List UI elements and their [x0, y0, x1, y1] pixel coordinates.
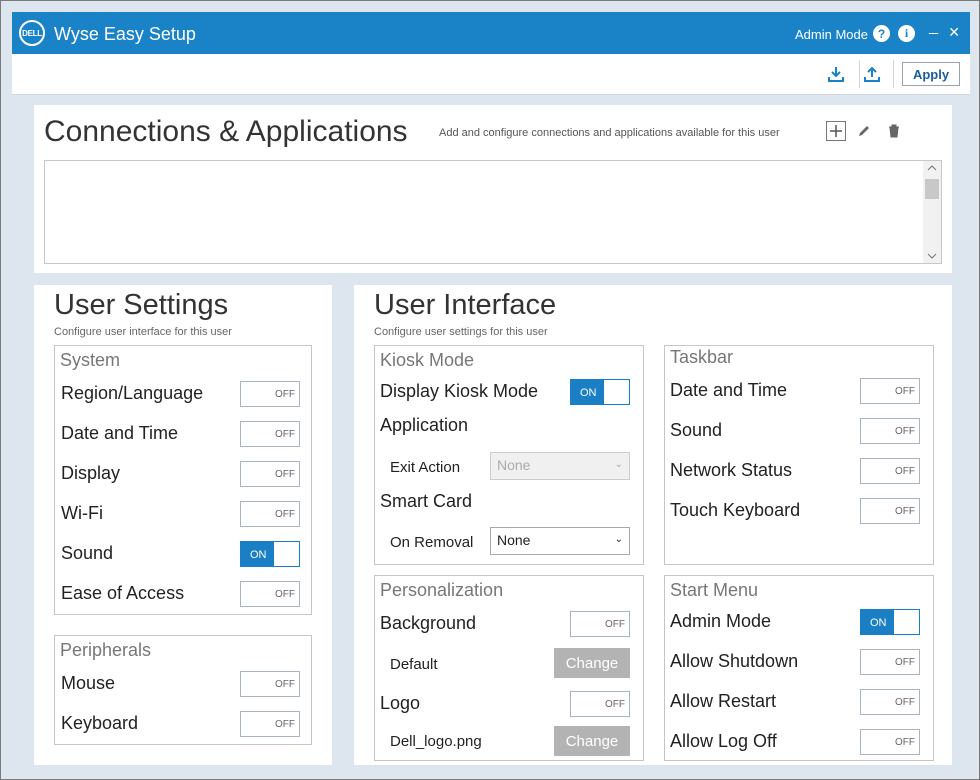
app-title: Wyse Easy Setup	[54, 24, 196, 44]
delete-connection-button[interactable]	[884, 121, 904, 141]
start-menu-group-title: Start Menu	[670, 580, 759, 600]
allow-log-off-label: Allow Log Off	[670, 731, 777, 751]
exit-action-label: Exit Action	[390, 459, 461, 476]
allow-log-off-toggle[interactable]: OFF	[860, 729, 920, 755]
taskbar-sound-toggle[interactable]: OFF	[860, 418, 920, 444]
scroll-down-icon[interactable]	[927, 251, 937, 261]
apply-button[interactable]: Apply	[902, 62, 960, 86]
smart-card-label: Smart Card	[380, 491, 473, 511]
connections-description: Add and configure connections and applic…	[439, 127, 780, 139]
peripherals-group: Peripherals Mouse OFF Keyboard OFF	[54, 635, 312, 745]
wifi-toggle[interactable]: OFF	[240, 501, 300, 527]
keyboard-toggle[interactable]: OFF	[240, 711, 300, 737]
system-group-title: System	[60, 350, 121, 370]
logo-file-label: Dell_logo.png	[390, 733, 482, 750]
exit-action-select: None ⌄	[490, 452, 630, 480]
user-settings-subtitle: Configure user interface for this user	[54, 326, 232, 338]
background-file-label: Default	[390, 656, 438, 673]
on-removal-select[interactable]: None ⌄	[490, 527, 630, 555]
scroll-up-icon[interactable]	[927, 163, 937, 173]
chevron-down-icon: ⌄	[614, 459, 623, 470]
user-settings-title: User Settings	[54, 289, 229, 321]
export-button[interactable]	[860, 62, 884, 86]
scroll-thumb[interactable]	[925, 179, 939, 199]
admin-mode-toggle[interactable]: ON	[860, 609, 920, 635]
connections-title: Connections & Applications	[44, 115, 408, 148]
display-toggle[interactable]: OFF	[240, 461, 300, 487]
allow-shutdown-toggle[interactable]: OFF	[860, 649, 920, 675]
start-menu-group: Start Menu Admin Mode ON Allow Shutdown …	[664, 575, 934, 761]
dell-logo: DELL	[19, 20, 45, 46]
admin-mode-setting-label: Admin Mode	[670, 611, 772, 631]
add-connection-button[interactable]	[826, 121, 846, 141]
date-time-toggle[interactable]: OFF	[240, 421, 300, 447]
logo-toggle[interactable]: OFF	[570, 691, 630, 717]
sound-toggle[interactable]: ON	[240, 541, 300, 567]
kiosk-mode-group-title: Kiosk Mode	[380, 350, 475, 370]
connections-list[interactable]	[44, 160, 942, 264]
ease-of-access-label: Ease of Access	[61, 583, 185, 603]
user-interface-title: User Interface	[374, 289, 557, 321]
import-button[interactable]	[824, 62, 848, 86]
change-logo-button[interactable]: Change	[554, 726, 630, 756]
background-label: Background	[380, 613, 477, 633]
region-language-toggle[interactable]: OFF	[240, 381, 300, 407]
personalization-group: Personalization Background OFF Default C…	[374, 575, 644, 761]
system-group: System Region/Language OFF Date and Time…	[54, 345, 312, 615]
pencil-icon	[859, 126, 869, 136]
personalization-group-title: Personalization	[380, 580, 504, 600]
logo-label: Logo	[380, 693, 421, 713]
user-settings-panel: User Settings Configure user interface f…	[34, 285, 332, 765]
admin-mode-label: Admin Mode	[795, 27, 868, 42]
toolbar-divider	[893, 60, 894, 88]
app-window: DELL Wyse Easy Setup Admin Mode ? i _ ✕ …	[0, 0, 980, 780]
taskbar-sound-label: Sound	[670, 420, 723, 440]
date-time-label: Date and Time	[61, 423, 179, 443]
user-interface-panel: User Interface Configure user settings f…	[354, 285, 952, 765]
toolbar: Apply	[12, 54, 970, 95]
display-kiosk-toggle[interactable]: ON	[570, 379, 630, 405]
sound-label: Sound	[61, 543, 114, 563]
display-kiosk-label: Display Kiosk Mode	[380, 381, 539, 401]
background-toggle[interactable]: OFF	[570, 611, 630, 637]
connections-panel: Connections & Applications Add and confi…	[34, 105, 952, 273]
help-icon[interactable]: ?	[873, 25, 890, 42]
network-status-label: Network Status	[670, 460, 793, 480]
kiosk-mode-group: Kiosk Mode Display Kiosk Mode ON Applica…	[374, 345, 644, 565]
connections-scrollbar[interactable]	[923, 161, 941, 263]
peripherals-group-title: Peripherals	[60, 640, 152, 660]
on-removal-label: On Removal	[390, 534, 474, 551]
network-status-toggle[interactable]: OFF	[860, 458, 920, 484]
application-label: Application	[380, 415, 469, 435]
mouse-label: Mouse	[61, 673, 116, 693]
close-button[interactable]: ✕	[948, 24, 960, 41]
region-language-label: Region/Language	[61, 383, 204, 403]
user-interface-subtitle: Configure user settings for this user	[374, 326, 548, 338]
allow-restart-toggle[interactable]: OFF	[860, 689, 920, 715]
edit-connection-button[interactable]	[854, 121, 874, 141]
taskbar-group: Taskbar Date and Time OFF Sound OFF Netw…	[664, 345, 934, 565]
keyboard-label: Keyboard	[61, 713, 139, 733]
wifi-label: Wi-Fi	[61, 503, 103, 523]
plus-icon	[830, 125, 842, 137]
mouse-toggle[interactable]: OFF	[240, 671, 300, 697]
taskbar-date-time-label: Date and Time	[670, 380, 788, 400]
trash-icon	[889, 124, 899, 138]
chevron-down-icon: ⌄	[614, 534, 623, 545]
touch-keyboard-label: Touch Keyboard	[670, 500, 801, 520]
allow-shutdown-label: Allow Shutdown	[670, 651, 799, 671]
info-icon[interactable]: i	[898, 25, 915, 42]
change-background-button[interactable]: Change	[554, 648, 630, 678]
upload-icon	[864, 66, 880, 82]
allow-restart-label: Allow Restart	[670, 691, 777, 711]
ease-of-access-toggle[interactable]: OFF	[240, 581, 300, 607]
download-icon	[828, 67, 844, 82]
touch-keyboard-toggle[interactable]: OFF	[860, 498, 920, 524]
display-label: Display	[61, 463, 121, 483]
taskbar-group-title: Taskbar	[670, 347, 734, 367]
taskbar-date-time-toggle[interactable]: OFF	[860, 378, 920, 404]
title-bar: DELL Wyse Easy Setup Admin Mode ? i _ ✕	[12, 12, 970, 54]
minimize-button[interactable]: _	[929, 18, 938, 36]
